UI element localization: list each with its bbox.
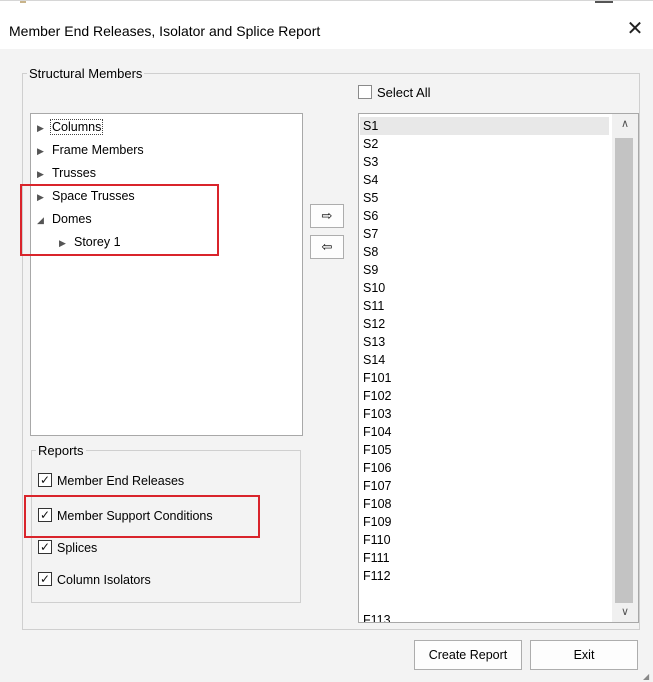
list-item[interactable]: S12 — [363, 315, 385, 333]
tree-highlight-box — [20, 184, 219, 256]
list-item[interactable]: F101 — [363, 369, 392, 387]
checkbox[interactable] — [38, 473, 52, 487]
list-item[interactable]: S2 — [363, 135, 378, 153]
reports-highlight-box — [24, 495, 260, 538]
list-item[interactable]: S6 — [363, 207, 378, 225]
select-all-checkbox[interactable]: Select All — [358, 85, 430, 105]
exit-button[interactable]: Exit — [530, 640, 638, 670]
list-item[interactable]: F103 — [363, 405, 392, 423]
list-item[interactable]: F109 — [363, 513, 392, 531]
select-all-box[interactable] — [358, 85, 372, 99]
list-item[interactable]: S1 — [360, 117, 609, 135]
checkbox-label: Column Isolators — [57, 573, 151, 587]
list-item[interactable]: F106 — [363, 459, 392, 477]
report-splices[interactable]: Splices — [38, 540, 97, 560]
title-bar-accent-right — [595, 1, 613, 3]
list-item[interactable]: S13 — [363, 333, 385, 351]
list-item[interactable]: S8 — [363, 243, 378, 261]
expand-arrow-icon[interactable]: ▶ — [37, 142, 51, 160]
list-item[interactable]: S7 — [363, 225, 378, 243]
list-item[interactable]: F113 — [363, 611, 391, 622]
title-bar-accent — [20, 1, 26, 3]
list-item[interactable]: F112 — [363, 567, 391, 585]
scroll-up-icon[interactable]: ∧ — [612, 114, 638, 134]
close-icon[interactable]: ✕ — [625, 19, 645, 39]
list-item[interactable]: F102 — [363, 387, 392, 405]
tree-item-label: Trusses — [52, 166, 96, 180]
report-column-isolators[interactable]: Column Isolators — [38, 572, 151, 592]
member-list[interactable]: S1 S2 S3 S4 S5 S6 S7 S8 S9 S10 S11 S12 S… — [358, 113, 639, 623]
list-item[interactable]: S11 — [363, 297, 384, 315]
checkbox-label: Member End Releases — [57, 474, 185, 488]
scroll-down-icon[interactable]: ∨ — [612, 602, 638, 622]
list-item[interactable]: F110 — [363, 531, 391, 549]
checkbox[interactable] — [38, 572, 52, 586]
reports-legend: Reports — [38, 443, 84, 458]
tree-item-label: Columns — [49, 119, 104, 135]
tree-item-frame-members[interactable]: ▶ Frame Members — [37, 141, 145, 159]
list-item[interactable]: F107 — [363, 477, 392, 495]
select-all-label: Select All — [377, 85, 431, 100]
resize-grip-icon[interactable]: ◢ — [643, 672, 651, 681]
move-right-button[interactable]: ⇨ — [310, 204, 344, 228]
structural-members-legend: Structural Members — [29, 66, 143, 81]
window-title: Member End Releases, Isolator and Splice… — [9, 23, 321, 39]
list-item[interactable]: S5 — [363, 189, 378, 207]
list-item[interactable]: S10 — [363, 279, 385, 297]
member-tree[interactable]: ▶ Columns ▶ Frame Members ▶ Trusses ▶ Space … — [30, 113, 303, 436]
expand-arrow-icon[interactable]: ▶ — [37, 119, 51, 137]
list-item[interactable]: F104 — [363, 423, 392, 441]
create-report-button[interactable]: Create Report — [414, 640, 522, 670]
scroll-thumb[interactable] — [615, 138, 633, 603]
expand-arrow-icon[interactable]: ▶ — [37, 165, 51, 183]
title-bar: Member End Releases, Isolator and Splice… — [0, 0, 653, 49]
list-item[interactable]: S9 — [363, 261, 378, 279]
list-item[interactable]: S14 — [363, 351, 385, 369]
move-left-button[interactable]: ⇦ — [310, 235, 344, 259]
list-scrollbar[interactable]: ∧ ∨ — [612, 114, 638, 622]
list-item[interactable]: F111 — [363, 549, 390, 567]
tree-item-columns[interactable]: ▶ Columns — [37, 118, 104, 137]
checkbox-label: Splices — [57, 541, 98, 555]
list-item[interactable]: S4 — [363, 171, 378, 189]
report-member-end-releases[interactable]: Member End Releases — [38, 473, 184, 493]
list-item[interactable]: F105 — [363, 441, 392, 459]
tree-item-label: Frame Members — [52, 143, 144, 157]
report-dialog: Member End Releases, Isolator and Splice… — [0, 0, 653, 682]
checkbox[interactable] — [38, 540, 52, 554]
tree-item-trusses[interactable]: ▶ Trusses — [37, 164, 97, 182]
list-item[interactable]: F108 — [363, 495, 392, 513]
list-item[interactable]: S3 — [363, 153, 378, 171]
